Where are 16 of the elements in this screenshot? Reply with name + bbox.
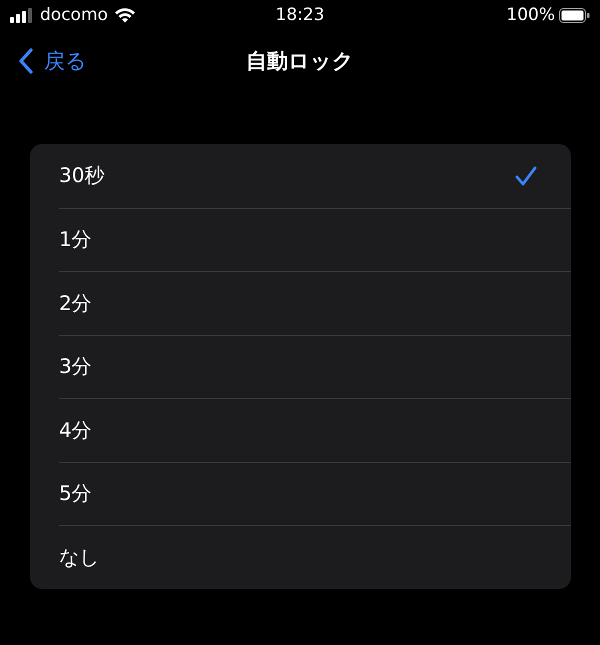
back-button[interactable]: 戻る [0, 47, 87, 75]
wifi-icon [114, 7, 136, 23]
clock-time: 18:23 [276, 5, 324, 25]
carrier-name: docomo [40, 5, 108, 25]
option-row[interactable]: 5分 [59, 462, 571, 525]
option-row[interactable]: 1分 [59, 208, 571, 271]
option-row[interactable]: 2分 [59, 271, 571, 334]
signal-icon [10, 7, 34, 23]
screen-title: 自動ロック [246, 49, 354, 73]
chevron-left-icon [18, 48, 34, 74]
battery-percentage: 100% [506, 5, 555, 25]
option-row[interactable]: なし [59, 525, 571, 588]
option-row[interactable]: 3分 [59, 334, 571, 398]
option-row[interactable]: 30秒 [59, 144, 571, 208]
battery-icon [559, 8, 590, 22]
option-row[interactable]: 4分 [59, 398, 571, 462]
